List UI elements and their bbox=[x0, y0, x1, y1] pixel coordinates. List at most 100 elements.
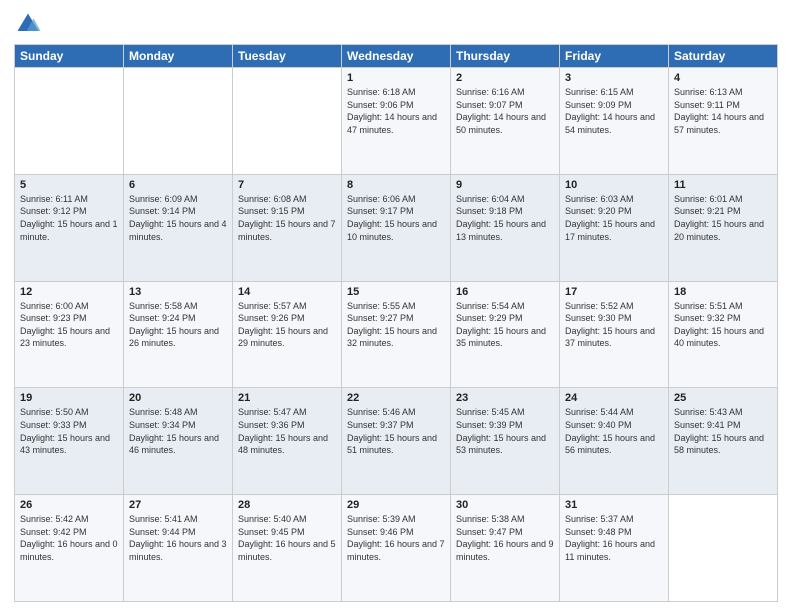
day-info: Sunrise: 6:16 AM Sunset: 9:07 PM Dayligh… bbox=[456, 86, 554, 136]
day-info: Sunrise: 6:18 AM Sunset: 9:06 PM Dayligh… bbox=[347, 86, 445, 136]
day-number: 11 bbox=[674, 179, 772, 191]
day-info: Sunrise: 5:54 AM Sunset: 9:29 PM Dayligh… bbox=[456, 300, 554, 350]
day-info: Sunrise: 5:42 AM Sunset: 9:42 PM Dayligh… bbox=[20, 513, 118, 563]
day-cell: 31 Sunrise: 5:37 AM Sunset: 9:48 PM Dayli… bbox=[560, 495, 669, 602]
day-cell: 12 Sunrise: 6:00 AM Sunset: 9:23 PM Dayli… bbox=[15, 281, 124, 388]
day-cell: 3 Sunrise: 6:15 AM Sunset: 9:09 PM Daylig… bbox=[560, 68, 669, 175]
day-cell: 23 Sunrise: 5:45 AM Sunset: 9:39 PM Dayli… bbox=[451, 388, 560, 495]
day-number: 28 bbox=[238, 499, 336, 511]
day-number: 8 bbox=[347, 179, 445, 191]
day-info: Sunrise: 5:57 AM Sunset: 9:26 PM Dayligh… bbox=[238, 300, 336, 350]
day-number: 25 bbox=[674, 392, 772, 404]
day-number: 12 bbox=[20, 286, 118, 298]
column-header-wednesday: Wednesday bbox=[342, 45, 451, 68]
day-number: 27 bbox=[129, 499, 227, 511]
day-cell: 2Sunrise: 6:16 AM Sunset: 9:07 PM Daylig… bbox=[451, 68, 560, 175]
day-info: Sunrise: 5:44 AM Sunset: 9:40 PM Dayligh… bbox=[565, 406, 663, 456]
day-number: 17 bbox=[565, 286, 663, 298]
day-number: 3 bbox=[565, 72, 663, 84]
day-number: 21 bbox=[238, 392, 336, 404]
day-info: Sunrise: 6:00 AM Sunset: 9:23 PM Dayligh… bbox=[20, 300, 118, 350]
day-cell: 26 Sunrise: 5:42 AM Sunset: 9:42 PM Dayli… bbox=[15, 495, 124, 602]
logo bbox=[14, 10, 46, 38]
day-number: 14 bbox=[238, 286, 336, 298]
day-number: 13 bbox=[129, 286, 227, 298]
day-number: 16 bbox=[456, 286, 554, 298]
day-info: Sunrise: 6:11 AM Sunset: 9:12 PM Dayligh… bbox=[20, 193, 118, 243]
week-row-3: 12 Sunrise: 6:00 AM Sunset: 9:23 PM Dayli… bbox=[15, 281, 778, 388]
day-info: Sunrise: 6:03 AM Sunset: 9:20 PM Dayligh… bbox=[565, 193, 663, 243]
day-cell: 10Sunrise: 6:03 AM Sunset: 9:20 PM Dayli… bbox=[560, 174, 669, 281]
day-number: 23 bbox=[456, 392, 554, 404]
day-number: 6 bbox=[129, 179, 227, 191]
header bbox=[14, 10, 778, 38]
day-cell: 6 Sunrise: 6:09 AM Sunset: 9:14 PM Daylig… bbox=[124, 174, 233, 281]
day-info: Sunrise: 5:39 AM Sunset: 9:46 PM Dayligh… bbox=[347, 513, 445, 563]
column-header-saturday: Saturday bbox=[669, 45, 778, 68]
day-cell: 14 Sunrise: 5:57 AM Sunset: 9:26 PM Dayli… bbox=[233, 281, 342, 388]
day-cell: 17 Sunrise: 5:52 AM Sunset: 9:30 PM Dayli… bbox=[560, 281, 669, 388]
day-cell bbox=[15, 68, 124, 175]
day-cell: 24 Sunrise: 5:44 AM Sunset: 9:40 PM Dayli… bbox=[560, 388, 669, 495]
day-info: Sunrise: 5:40 AM Sunset: 9:45 PM Dayligh… bbox=[238, 513, 336, 563]
column-header-thursday: Thursday bbox=[451, 45, 560, 68]
day-number: 15 bbox=[347, 286, 445, 298]
day-info: Sunrise: 6:15 AM Sunset: 9:09 PM Dayligh… bbox=[565, 86, 663, 136]
day-number: 26 bbox=[20, 499, 118, 511]
day-number: 1 bbox=[347, 72, 445, 84]
week-row-2: 5 Sunrise: 6:11 AM Sunset: 9:12 PM Daylig… bbox=[15, 174, 778, 281]
day-info: Sunrise: 5:50 AM Sunset: 9:33 PM Dayligh… bbox=[20, 406, 118, 456]
day-cell: 9Sunrise: 6:04 AM Sunset: 9:18 PM Daylig… bbox=[451, 174, 560, 281]
day-info: Sunrise: 5:48 AM Sunset: 9:34 PM Dayligh… bbox=[129, 406, 227, 456]
day-number: 29 bbox=[347, 499, 445, 511]
week-row-4: 19 Sunrise: 5:50 AM Sunset: 9:33 PM Dayli… bbox=[15, 388, 778, 495]
day-number: 31 bbox=[565, 499, 663, 511]
day-number: 18 bbox=[674, 286, 772, 298]
day-cell: 7 Sunrise: 6:08 AM Sunset: 9:15 PM Daylig… bbox=[233, 174, 342, 281]
day-cell: 18Sunrise: 5:51 AM Sunset: 9:32 PM Dayli… bbox=[669, 281, 778, 388]
day-number: 4 bbox=[674, 72, 772, 84]
day-info: Sunrise: 6:06 AM Sunset: 9:17 PM Dayligh… bbox=[347, 193, 445, 243]
day-number: 30 bbox=[456, 499, 554, 511]
day-info: Sunrise: 5:41 AM Sunset: 9:44 PM Dayligh… bbox=[129, 513, 227, 563]
day-cell: 28 Sunrise: 5:40 AM Sunset: 9:45 PM Dayli… bbox=[233, 495, 342, 602]
day-cell: 13Sunrise: 5:58 AM Sunset: 9:24 PM Dayli… bbox=[124, 281, 233, 388]
day-info: Sunrise: 5:38 AM Sunset: 9:47 PM Dayligh… bbox=[456, 513, 554, 563]
logo-icon bbox=[14, 10, 42, 38]
day-info: Sunrise: 6:09 AM Sunset: 9:14 PM Dayligh… bbox=[129, 193, 227, 243]
day-cell: 4Sunrise: 6:13 AM Sunset: 9:11 PM Daylig… bbox=[669, 68, 778, 175]
day-number: 20 bbox=[129, 392, 227, 404]
page: SundayMondayTuesdayWednesdayThursdayFrid… bbox=[0, 0, 792, 612]
day-cell: 8 Sunrise: 6:06 AM Sunset: 9:17 PM Daylig… bbox=[342, 174, 451, 281]
day-info: Sunrise: 5:43 AM Sunset: 9:41 PM Dayligh… bbox=[674, 406, 772, 456]
day-cell: 16 Sunrise: 5:54 AM Sunset: 9:29 PM Dayli… bbox=[451, 281, 560, 388]
day-cell: 25 Sunrise: 5:43 AM Sunset: 9:41 PM Dayli… bbox=[669, 388, 778, 495]
column-header-friday: Friday bbox=[560, 45, 669, 68]
day-number: 19 bbox=[20, 392, 118, 404]
day-info: Sunrise: 5:47 AM Sunset: 9:36 PM Dayligh… bbox=[238, 406, 336, 456]
day-cell bbox=[124, 68, 233, 175]
day-info: Sunrise: 5:46 AM Sunset: 9:37 PM Dayligh… bbox=[347, 406, 445, 456]
day-info: Sunrise: 6:08 AM Sunset: 9:15 PM Dayligh… bbox=[238, 193, 336, 243]
day-info: Sunrise: 5:55 AM Sunset: 9:27 PM Dayligh… bbox=[347, 300, 445, 350]
day-cell: 11 Sunrise: 6:01 AM Sunset: 9:21 PM Dayli… bbox=[669, 174, 778, 281]
day-info: Sunrise: 5:37 AM Sunset: 9:48 PM Dayligh… bbox=[565, 513, 663, 563]
day-cell bbox=[669, 495, 778, 602]
day-number: 24 bbox=[565, 392, 663, 404]
day-cell: 29 Sunrise: 5:39 AM Sunset: 9:46 PM Dayli… bbox=[342, 495, 451, 602]
column-header-sunday: Sunday bbox=[15, 45, 124, 68]
day-number: 7 bbox=[238, 179, 336, 191]
day-cell bbox=[233, 68, 342, 175]
calendar: SundayMondayTuesdayWednesdayThursdayFrid… bbox=[14, 44, 778, 602]
day-number: 9 bbox=[456, 179, 554, 191]
day-number: 5 bbox=[20, 179, 118, 191]
day-cell: 19 Sunrise: 5:50 AM Sunset: 9:33 PM Dayli… bbox=[15, 388, 124, 495]
day-cell: 1 Sunrise: 6:18 AM Sunset: 9:06 PM Daylig… bbox=[342, 68, 451, 175]
day-info: Sunrise: 6:01 AM Sunset: 9:21 PM Dayligh… bbox=[674, 193, 772, 243]
day-info: Sunrise: 5:52 AM Sunset: 9:30 PM Dayligh… bbox=[565, 300, 663, 350]
calendar-header-row: SundayMondayTuesdayWednesdayThursdayFrid… bbox=[15, 45, 778, 68]
day-cell: 27 Sunrise: 5:41 AM Sunset: 9:44 PM Dayli… bbox=[124, 495, 233, 602]
week-row-1: 1 Sunrise: 6:18 AM Sunset: 9:06 PM Daylig… bbox=[15, 68, 778, 175]
day-info: Sunrise: 5:45 AM Sunset: 9:39 PM Dayligh… bbox=[456, 406, 554, 456]
day-cell: 21 Sunrise: 5:47 AM Sunset: 9:36 PM Dayli… bbox=[233, 388, 342, 495]
